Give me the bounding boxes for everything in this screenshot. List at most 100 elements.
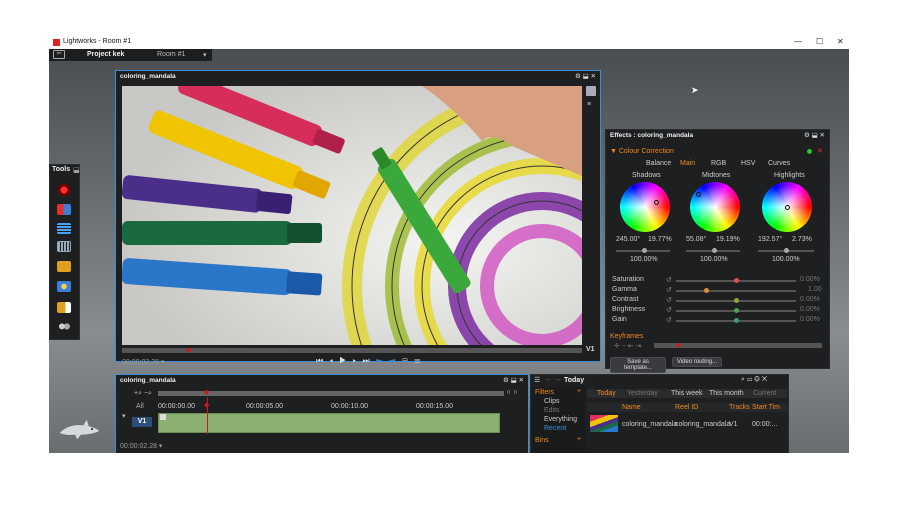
window-title: Lightworks - Room #1 bbox=[63, 38, 132, 45]
timeline-playhead-marker-2[interactable]: ◆ bbox=[204, 401, 209, 409]
back-arrow-icon[interactable]: ⇦ bbox=[53, 50, 65, 59]
tab-current[interactable]: Current bbox=[753, 390, 776, 397]
param-value[interactable]: 0.00% bbox=[800, 296, 820, 303]
video-routing-button[interactable]: Video routing... bbox=[672, 357, 722, 367]
timeline-scroll-bar[interactable] bbox=[158, 391, 504, 396]
bins-nav-icons[interactable]: ← → bbox=[545, 376, 561, 383]
import-icon[interactable] bbox=[57, 204, 71, 215]
timeline-playhead-marker[interactable]: ◆ bbox=[204, 388, 209, 396]
tab-main[interactable]: Main bbox=[680, 160, 695, 167]
effect-remove-icon[interactable]: ✕ bbox=[817, 147, 823, 155]
audio-icons[interactable]: ∩ ∩ bbox=[506, 389, 518, 396]
shadows-color-wheel[interactable] bbox=[620, 182, 670, 232]
reset-icon[interactable]: ↺ bbox=[666, 306, 672, 314]
shadows-wheel-point[interactable] bbox=[654, 200, 659, 205]
timeline-timecode[interactable]: 00:00:02.28 ▾ bbox=[120, 442, 162, 450]
filter-recent[interactable]: Recent bbox=[544, 425, 566, 432]
midtones-wheel-point[interactable] bbox=[696, 192, 701, 197]
grid-icon[interactable] bbox=[57, 241, 71, 252]
tab-today[interactable]: Today bbox=[597, 390, 616, 397]
tools-pin-icon[interactable]: ⬓ bbox=[73, 166, 80, 174]
video-frame[interactable] bbox=[122, 86, 582, 345]
maximize-button[interactable]: ☐ bbox=[816, 37, 823, 46]
track-expand-icon[interactable]: ▾ bbox=[122, 412, 126, 420]
viewer-option-icon[interactable]: ≡ bbox=[587, 101, 591, 108]
table-row[interactable]: coloring_mandala coloring_mandala V1 00:… bbox=[587, 414, 787, 434]
param-value[interactable]: 0.00% bbox=[800, 306, 820, 313]
tab-hsv[interactable]: HSV bbox=[741, 160, 755, 167]
add-filter-icon[interactable]: + bbox=[577, 388, 581, 395]
filters-label: Filters bbox=[535, 389, 555, 396]
tab-this-month[interactable]: This month bbox=[709, 390, 744, 397]
save-as-template-button[interactable]: Save as template... bbox=[610, 357, 666, 373]
tab-curves[interactable]: Curves bbox=[768, 160, 790, 167]
bins-menu-icon[interactable]: ☰ bbox=[534, 376, 540, 384]
project-name[interactable]: Project kek bbox=[87, 51, 124, 58]
param-value[interactable]: 0.00% bbox=[800, 276, 820, 283]
contrast-slider[interactable] bbox=[676, 298, 796, 303]
param-row-brightness: Brightness ↺ 0.00% bbox=[610, 306, 826, 315]
zoom-icons[interactable]: +⌕ −⌕ bbox=[134, 390, 152, 398]
tab-this-week[interactable]: This week bbox=[671, 390, 703, 397]
reset-icon[interactable]: ↺ bbox=[666, 316, 672, 324]
bins-panel: ☰ ← → Today ⌕ ▭ ⚙ ✕ Filters + Clips Edit… bbox=[530, 374, 789, 453]
midtones-level-slider[interactable] bbox=[686, 248, 740, 253]
filter-everything[interactable]: Everything bbox=[544, 416, 577, 423]
col-start-time[interactable]: Start Tim bbox=[752, 404, 780, 411]
bins-sidebar: Filters + Clips Edits Everything Recent … bbox=[531, 387, 585, 453]
tab-balance[interactable]: Balance bbox=[646, 160, 671, 167]
highlights-wheel-point[interactable] bbox=[785, 205, 790, 210]
viewer-playhead[interactable]: ◆ bbox=[186, 346, 191, 354]
param-label: Contrast bbox=[612, 296, 639, 303]
timeline-icon[interactable] bbox=[57, 223, 71, 234]
room-name[interactable]: Room #1 bbox=[157, 51, 185, 58]
colour-correction-title[interactable]: ▼ Colour Correction bbox=[610, 148, 674, 155]
track-v1-label[interactable]: V1 bbox=[132, 417, 152, 427]
room-dropdown-icon[interactable]: ▾ bbox=[203, 51, 207, 59]
col-name[interactable]: Name bbox=[622, 404, 641, 411]
timeline-window-controls[interactable]: ⚙ ⬓ ✕ bbox=[503, 376, 524, 384]
bin-icon[interactable] bbox=[57, 261, 71, 272]
highlights-level-slider[interactable] bbox=[758, 248, 814, 253]
minimize-button[interactable]: — bbox=[794, 37, 802, 46]
filter-edits[interactable]: Edits bbox=[544, 407, 560, 414]
param-value[interactable]: 0.00% bbox=[800, 316, 820, 323]
all-tracks-label[interactable]: All bbox=[136, 403, 144, 410]
reset-icon[interactable]: ↺ bbox=[666, 286, 672, 294]
brightness-slider[interactable] bbox=[676, 308, 796, 313]
timeline-clip[interactable] bbox=[158, 413, 500, 433]
export-icon[interactable] bbox=[57, 302, 71, 313]
saturation-slider[interactable] bbox=[676, 278, 796, 283]
param-value[interactable]: 1.00 bbox=[808, 286, 822, 293]
tab-yesterday[interactable]: Yesterday bbox=[627, 390, 658, 397]
param-label: Brightness bbox=[612, 306, 646, 313]
tab-rgb[interactable]: RGB bbox=[711, 160, 726, 167]
effects-icon[interactable] bbox=[57, 281, 71, 292]
midtones-color-wheel[interactable] bbox=[690, 182, 740, 232]
keyframe-nav-icons[interactable]: ✛ − ⇤ ⇥ bbox=[614, 342, 642, 350]
gain-slider[interactable] bbox=[676, 318, 796, 323]
effects-panel: Effects : coloring_mandala ⚙ ⬓ ✕ ▼ Colou… bbox=[605, 129, 830, 373]
gamma-slider[interactable] bbox=[676, 288, 796, 293]
ruler-tick: 00:00:05.00 bbox=[246, 403, 283, 410]
transport-controls[interactable]: ⏮ ◂ ▶ ▸ ⏭ ⇤ ⇥ ▭ ☰ bbox=[316, 356, 422, 366]
record-icon[interactable] bbox=[58, 184, 70, 196]
keyframe-playhead[interactable]: ◆ bbox=[676, 341, 681, 349]
add-bin-icon[interactable]: + bbox=[577, 436, 581, 443]
bins-window-controls[interactable]: ⌕ ▭ ⚙ ✕ bbox=[741, 376, 767, 384]
effect-enable-icon[interactable] bbox=[807, 149, 812, 154]
viewer-timecode[interactable]: 00:00:02.28 ▾ bbox=[122, 358, 164, 366]
col-reel-id[interactable]: Reel ID bbox=[675, 404, 698, 411]
filter-clips[interactable]: Clips bbox=[544, 398, 560, 405]
shadows-level-slider[interactable] bbox=[616, 248, 670, 253]
viewer-monitor-icon[interactable] bbox=[586, 86, 596, 96]
highlights-hue: 192.57° bbox=[758, 236, 783, 243]
viewer-title: coloring_mandala bbox=[120, 73, 176, 80]
effects-window-controls[interactable]: ⚙ ⬓ ✕ bbox=[804, 131, 825, 139]
users-icon[interactable] bbox=[57, 322, 71, 333]
reset-icon[interactable]: ↺ bbox=[666, 276, 672, 284]
viewer-window-controls[interactable]: ⚙ ⬓ ✕ bbox=[575, 72, 596, 80]
close-button[interactable]: ✕ bbox=[837, 37, 844, 46]
reset-icon[interactable]: ↺ bbox=[666, 296, 672, 304]
col-tracks[interactable]: Tracks bbox=[729, 404, 750, 411]
